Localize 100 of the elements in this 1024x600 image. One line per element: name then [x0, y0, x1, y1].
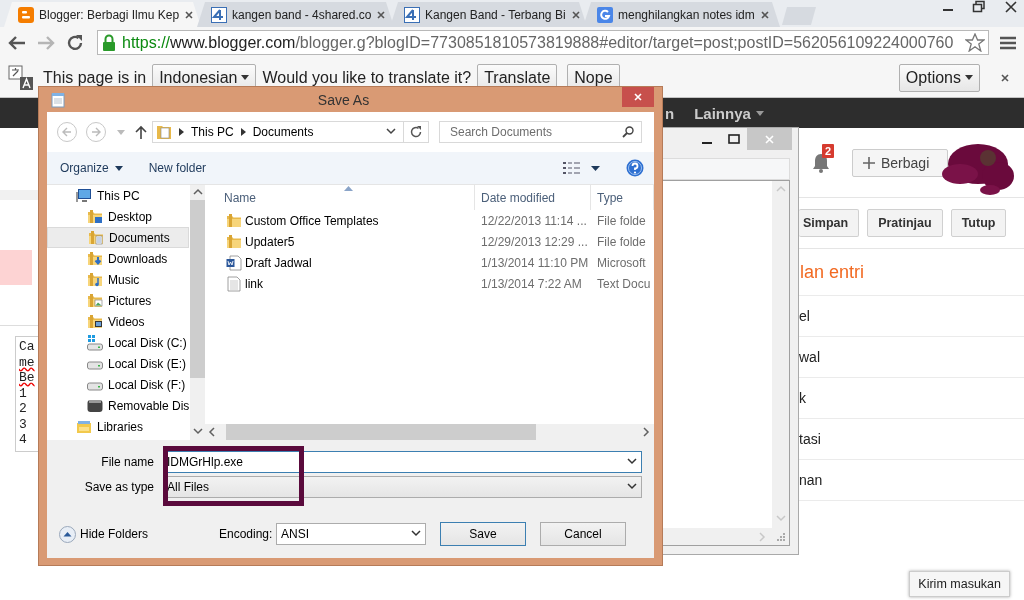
close-icon[interactable]	[1004, 0, 1018, 14]
breadcrumb-item[interactable]: Documents	[252, 125, 314, 139]
reload-icon[interactable]	[66, 33, 84, 52]
chevron-icon[interactable]	[179, 128, 184, 136]
site-icon	[18, 6, 34, 23]
feedback-button[interactable]: Kirim masukan	[909, 571, 1010, 597]
restore-icon[interactable]	[972, 0, 986, 14]
folder-icon	[87, 250, 103, 267]
help-icon[interactable]	[626, 159, 644, 177]
folder-icon	[156, 124, 172, 140]
scrollbar-thumb[interactable]	[190, 200, 206, 378]
tree-item[interactable]: Pictures	[47, 290, 190, 311]
chevron-icon[interactable]	[627, 482, 637, 492]
tree-item[interactable]: Documents	[47, 227, 190, 248]
hide-folders-button[interactable]: Hide Folders	[80, 527, 149, 541]
file-name[interactable]: Custom Office Templates	[245, 213, 379, 228]
share-button[interactable]: Berbagi	[852, 148, 949, 177]
cancel-button[interactable]: Cancel	[540, 522, 626, 546]
folder-icon	[226, 212, 242, 229]
menu-item[interactable]: n	[665, 104, 675, 122]
tree-item[interactable]: Downloads	[47, 248, 190, 269]
scrollbar-thumb[interactable]	[226, 424, 536, 440]
chevron-icon[interactable]	[208, 427, 218, 437]
close-icon	[764, 133, 775, 145]
action-button[interactable]: Tutup	[950, 209, 1007, 237]
close-icon[interactable]	[376, 9, 387, 20]
breadcrumb-bar[interactable]: This PC Documents	[152, 121, 429, 143]
folder-icon	[226, 233, 242, 250]
tree-item[interactable]: Videos	[47, 311, 190, 332]
column-header[interactable]: Date modified	[475, 185, 591, 210]
site-icon	[211, 6, 227, 23]
tree-item[interactable]: This PC	[47, 185, 190, 206]
organize-menu[interactable]: Organize	[60, 161, 123, 175]
tree-item[interactable]: Removable Dis	[47, 395, 190, 416]
infobar-text: Would you like to translate it?	[262, 68, 472, 87]
text-file-icon	[226, 275, 242, 292]
site-icon	[404, 6, 420, 23]
chevron-icon[interactable]	[386, 127, 396, 137]
drive-icon	[87, 397, 103, 414]
browser-tab[interactable]: Kangen Band - Terbang Bi	[390, 2, 587, 27]
search-field[interactable]: Search Documents	[439, 121, 642, 143]
file-name[interactable]: Draft Jadwal	[245, 255, 312, 270]
forward-icon	[91, 127, 101, 137]
text-line: 4	[19, 432, 28, 448]
chevron-icon[interactable]	[641, 427, 651, 437]
up-arrow-icon[interactable]	[135, 125, 147, 139]
breadcrumb-item[interactable]: This PC	[191, 125, 234, 139]
encoding-dropdown[interactable]: ANSI	[276, 523, 426, 545]
menu-item[interactable]: Lainnya	[694, 104, 764, 122]
chevron-icon[interactable]	[192, 427, 203, 437]
text-line: me	[19, 354, 35, 370]
tree-item[interactable]: Desktop	[47, 206, 190, 227]
caret-icon	[114, 165, 123, 171]
chevron-icon[interactable]	[411, 529, 421, 539]
file-name[interactable]: link	[245, 276, 263, 291]
star-icon[interactable]	[965, 33, 986, 52]
folder-icon	[87, 271, 103, 288]
document-icon	[226, 254, 242, 271]
address-field[interactable]: https://www.blogger.com/blogger.g?blogID=7730851810573819888#editor/target=post;postID=562056109224000760	[97, 30, 989, 55]
column-header[interactable]: Type	[591, 185, 654, 210]
chevron-icon[interactable]	[627, 457, 637, 467]
caret-icon[interactable]	[591, 165, 600, 171]
action-button[interactable]: Pratinjau	[867, 209, 943, 237]
close-button[interactable]	[622, 87, 654, 107]
browser-tab[interactable]: Blogger: Berbagi Ilmu Kep	[4, 2, 201, 27]
notification-badge: 2	[822, 143, 835, 158]
date-cell-text: 1/13/2014 11:10 PM	[480, 255, 590, 270]
resize-grip-icon[interactable]	[777, 532, 785, 541]
search-icon[interactable]	[622, 126, 634, 138]
close-icon[interactable]	[1000, 72, 1010, 83]
lock-icon	[102, 34, 116, 51]
new-folder-button[interactable]: New folder	[148, 161, 207, 175]
folder-icon	[88, 229, 104, 246]
browser-tab[interactable]: kangen band - 4shared.co	[197, 2, 394, 27]
tree-item[interactable]: Music	[47, 269, 190, 290]
close-icon[interactable]	[570, 9, 581, 20]
back-icon[interactable]	[8, 34, 26, 51]
field-label: Encoding:	[219, 527, 274, 541]
date-cell-text: 1/13/2014 7:22 AM	[480, 276, 583, 291]
notice-banner	[0, 250, 32, 285]
menu-icon[interactable]	[1000, 35, 1016, 50]
close-icon[interactable]	[184, 9, 195, 20]
tree-item[interactable]: Local Disk (C:)	[47, 332, 190, 353]
options-button[interactable]: Options	[898, 63, 980, 92]
tree-item[interactable]: Local Disk (E:)	[47, 353, 190, 374]
action-button[interactable]: Simpan	[799, 209, 860, 237]
maximize-icon	[727, 134, 740, 144]
caret-icon	[241, 75, 250, 80]
file-name[interactable]: Updater5	[245, 234, 295, 249]
type-cell-text: File folde	[596, 213, 647, 228]
search-input[interactable]: Search Documents	[448, 124, 622, 140]
browser-tab[interactable]: menghilangkan notes idm	[583, 2, 780, 27]
save-button[interactable]: Save	[440, 522, 526, 546]
tree-item[interactable]: Libraries	[47, 416, 190, 437]
tree-item[interactable]: Local Disk (F:)	[47, 374, 190, 395]
close-icon[interactable]	[760, 9, 770, 20]
view-icon[interactable]	[563, 161, 581, 175]
collapse-icon[interactable]	[59, 525, 76, 543]
chevron-icon[interactable]	[240, 128, 246, 136]
caret-icon	[965, 75, 973, 80]
